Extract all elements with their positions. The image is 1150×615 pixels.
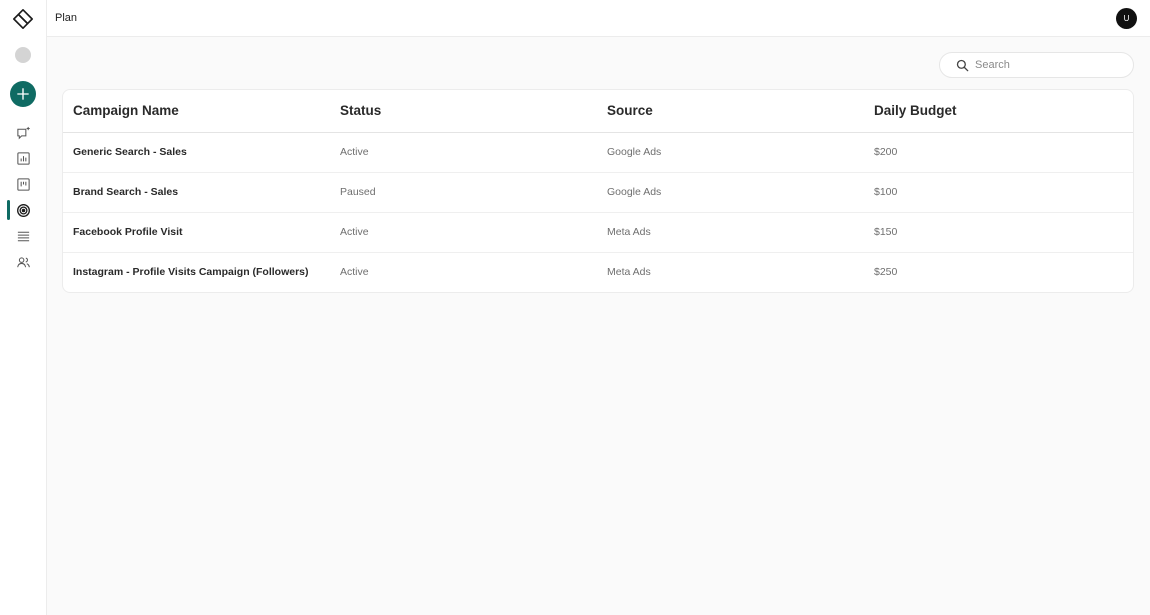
sidebar-item-audience[interactable] — [0, 251, 47, 273]
status-cell: Active — [330, 212, 597, 253]
sidebar-item-board[interactable] — [0, 173, 47, 195]
workspace-avatar[interactable] — [15, 47, 31, 63]
users-icon — [17, 256, 30, 267]
bar-chart-icon — [17, 151, 30, 165]
search-icon — [956, 59, 969, 71]
target-icon — [17, 203, 30, 217]
avatar-initial: U — [1123, 14, 1130, 23]
page-title: Plan — [55, 12, 78, 24]
campaign-name-cell: Facebook Profile Visit — [63, 212, 330, 253]
status-cell: Active — [340, 266, 369, 279]
status-cell: Paused — [330, 172, 597, 213]
list-icon — [17, 231, 30, 241]
table-row[interactable]: Generic Search - Sales Active Google Ads… — [63, 132, 1133, 173]
campaigns-table: Campaign Name Status Source Daily Budget… — [62, 89, 1134, 293]
create-button[interactable] — [10, 81, 36, 107]
sidebar — [0, 0, 47, 615]
kanban-icon — [17, 177, 30, 191]
sidebar-item-reports[interactable] — [0, 147, 47, 169]
campaign-name-cell: Generic Search - Sales — [63, 132, 330, 173]
budget-cell: $250 — [874, 266, 898, 279]
brand-logo-icon[interactable] — [12, 8, 34, 30]
campaign-name-cell: Brand Search - Sales — [63, 172, 330, 213]
user-avatar[interactable]: U — [1116, 8, 1137, 29]
sidebar-item-campaigns[interactable] — [0, 199, 47, 221]
budget-cell: $100 — [864, 172, 1133, 213]
campaign-name-cell: Instagram - Profile Visits Campaign (Fol… — [73, 266, 309, 279]
table-row[interactable]: Brand Search - Sales Paused Google Ads $… — [63, 172, 1133, 213]
status-cell: Active — [330, 132, 597, 173]
source-cell: Google Ads — [597, 132, 864, 173]
search-input[interactable] — [975, 59, 1115, 71]
source-cell: Meta Ads — [607, 266, 651, 279]
source-cell: Google Ads — [597, 172, 864, 213]
source-cell: Meta Ads — [597, 212, 864, 253]
column-header-source[interactable]: Source — [597, 90, 864, 133]
budget-cell: $200 — [864, 132, 1133, 173]
budget-cell: $150 — [864, 212, 1133, 253]
column-header-daily-budget[interactable]: Daily Budget — [864, 90, 1133, 133]
chat-icon — [17, 126, 30, 139]
table-row[interactable]: Facebook Profile Visit Active Meta Ads $… — [63, 212, 1133, 253]
sidebar-item-list[interactable] — [0, 225, 47, 247]
sidebar-item-chat[interactable] — [0, 122, 47, 144]
top-header: Plan U — [47, 0, 1150, 37]
column-header-campaign-name[interactable]: Campaign Name — [63, 90, 330, 133]
column-header-status[interactable]: Status — [330, 90, 597, 133]
table-row[interactable]: Instagram - Profile Visits Campaign (Fol… — [63, 252, 1133, 292]
plus-icon — [17, 88, 29, 100]
search-field[interactable] — [939, 52, 1134, 78]
table-header-row: Campaign Name Status Source Daily Budget — [63, 90, 1133, 133]
